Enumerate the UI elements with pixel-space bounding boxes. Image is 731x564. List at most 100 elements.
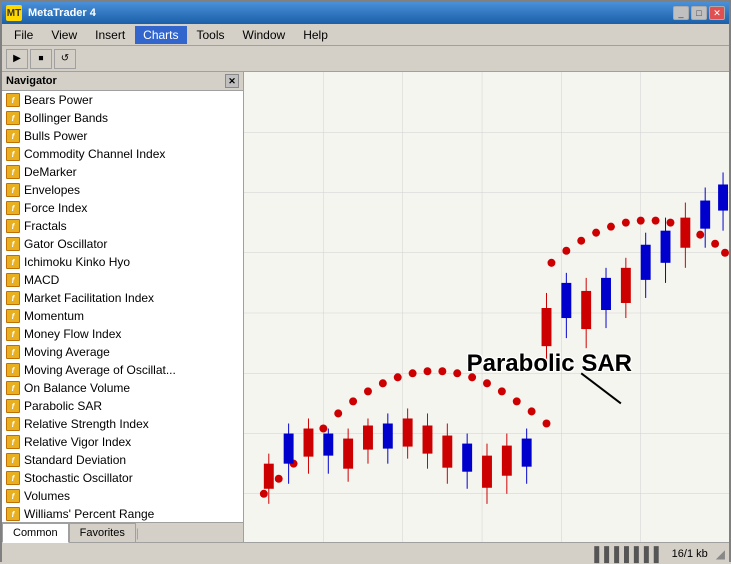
indicator-icon-6: f xyxy=(6,201,20,215)
resize-icon: ◢ xyxy=(716,547,725,561)
indicator-label-4: DeMarker xyxy=(24,165,77,179)
nav-item-15[interactable]: f Moving Average of Oscillat... xyxy=(2,361,243,379)
chart-area: Parabolic SAR xyxy=(244,72,729,542)
navigator-list[interactable]: f Bears Power f Bollinger Bands f Bulls Power… xyxy=(2,91,243,522)
status-info: 16/1 kb xyxy=(672,548,708,560)
indicator-label-20: Standard Deviation xyxy=(24,453,126,467)
indicator-label-5: Envelopes xyxy=(24,183,80,197)
indicator-icon-8: f xyxy=(6,237,20,251)
indicator-icon-12: f xyxy=(6,309,20,323)
toolbar-btn-2[interactable]: ⏹ xyxy=(30,49,52,69)
menu-help[interactable]: Help xyxy=(295,26,336,44)
nav-item-12[interactable]: f Momentum xyxy=(2,307,243,325)
nav-item-1[interactable]: f Bollinger Bands xyxy=(2,109,243,127)
nav-item-6[interactable]: f Force Index xyxy=(2,199,243,217)
toolbar-btn-1[interactable]: ▶ xyxy=(6,49,28,69)
indicator-label-11: Market Facilitation Index xyxy=(24,291,154,305)
nav-item-19[interactable]: fRelative Vigor Index xyxy=(2,433,243,451)
indicator-icon-11: f xyxy=(6,291,20,305)
navigator-close-button[interactable]: ✕ xyxy=(225,74,239,88)
indicator-icon-20: f xyxy=(6,453,20,467)
chart-svg xyxy=(244,72,729,542)
nav-item-7[interactable]: f Fractals xyxy=(2,217,243,235)
chart-icon: ▌▌▌▌▌▌▌ xyxy=(594,546,663,562)
nav-item-13[interactable]: fMoney Flow Index xyxy=(2,325,243,343)
window-controls[interactable]: _ □ ✕ xyxy=(673,6,725,20)
indicator-label-18: Relative Strength Index xyxy=(24,417,149,431)
indicator-label-23: Williams' Percent Range xyxy=(24,507,154,521)
nav-item-17[interactable]: f Parabolic SAR xyxy=(2,397,243,415)
indicator-icon-17: f xyxy=(6,399,20,413)
indicator-label-10: MACD xyxy=(24,273,59,287)
menu-window[interactable]: Window xyxy=(235,26,294,44)
tab-separator: | xyxy=(136,523,139,542)
indicator-label-0: Bears Power xyxy=(24,93,93,107)
indicator-icon-1: f xyxy=(6,111,20,125)
indicator-label-1: Bollinger Bands xyxy=(24,111,108,125)
nav-item-16[interactable]: f On Balance Volume xyxy=(2,379,243,397)
nav-item-18[interactable]: f Relative Strength Index xyxy=(2,415,243,433)
indicator-label-21: Stochastic Oscillator xyxy=(24,471,133,485)
indicator-icon-18: f xyxy=(6,417,20,431)
status-right: ▌▌▌▌▌▌▌ 16/1 kb ◢ xyxy=(594,546,725,562)
indicator-label-15: Moving Average of Oscillat... xyxy=(24,363,176,377)
indicator-label-6: Force Index xyxy=(24,201,87,215)
status-bar: ▌▌▌▌▌▌▌ 16/1 kb ◢ xyxy=(2,542,729,564)
nav-item-14[interactable]: f Moving Average xyxy=(2,343,243,361)
maximize-button[interactable]: □ xyxy=(691,6,707,20)
indicator-label-22: Volumes xyxy=(24,489,70,503)
indicator-label-7: Fractals xyxy=(24,219,67,233)
indicator-label-3: Commodity Channel Index xyxy=(24,147,165,161)
indicator-icon-19: f xyxy=(6,435,20,449)
indicator-icon-10: f xyxy=(6,273,20,287)
nav-item-4[interactable]: fDeMarker xyxy=(2,163,243,181)
toolbar: ▶ ⏹ ↺ xyxy=(2,46,729,72)
indicator-icon-15: f xyxy=(6,363,20,377)
nav-item-22[interactable]: f Volumes xyxy=(2,487,243,505)
menu-view[interactable]: View xyxy=(43,26,85,44)
nav-item-11[interactable]: f Market Facilitation Index xyxy=(2,289,243,307)
indicator-label-14: Moving Average xyxy=(24,345,110,359)
nav-item-20[interactable]: f Standard Deviation xyxy=(2,451,243,469)
indicator-label-2: Bulls Power xyxy=(24,129,87,143)
indicator-icon-0: f xyxy=(6,93,20,107)
navigator-panel: Navigator ✕ f Bears Power f Bollinger Bands… xyxy=(2,72,244,542)
tab-common[interactable]: Common xyxy=(2,523,69,543)
indicator-icon-16: f xyxy=(6,381,20,395)
navigator-header: Navigator ✕ xyxy=(2,72,243,91)
close-button[interactable]: ✕ xyxy=(709,6,725,20)
title-bar: MT MetaTrader 4 _ □ ✕ xyxy=(2,2,729,24)
indicator-label-16: On Balance Volume xyxy=(24,381,130,395)
menu-charts[interactable]: Charts xyxy=(135,26,186,44)
nav-item-2[interactable]: f Bulls Power xyxy=(2,127,243,145)
main-area: Navigator ✕ f Bears Power f Bollinger Bands… xyxy=(2,72,729,542)
sar-label: Parabolic SAR xyxy=(467,350,632,378)
nav-item-21[interactable]: f Stochastic Oscillator xyxy=(2,469,243,487)
indicator-icon-7: f xyxy=(6,219,20,233)
nav-item-3[interactable]: f Commodity Channel Index xyxy=(2,145,243,163)
nav-item-23[interactable]: fWilliams' Percent Range xyxy=(2,505,243,522)
app-icon: MT xyxy=(6,5,22,21)
nav-item-8[interactable]: f Gator Oscillator xyxy=(2,235,243,253)
indicator-icon-3: f xyxy=(6,147,20,161)
indicator-label-17: Parabolic SAR xyxy=(24,399,102,413)
title-bar-left: MT MetaTrader 4 xyxy=(6,5,96,21)
navigator-title: Navigator xyxy=(6,75,57,87)
tab-favorites[interactable]: Favorites xyxy=(69,523,136,542)
menu-file[interactable]: File xyxy=(6,26,41,44)
menu-tools[interactable]: Tools xyxy=(189,26,233,44)
indicator-icon-21: f xyxy=(6,471,20,485)
nav-item-0[interactable]: f Bears Power xyxy=(2,91,243,109)
indicator-icon-2: f xyxy=(6,129,20,143)
nav-item-5[interactable]: fEnvelopes xyxy=(2,181,243,199)
toolbar-btn-3[interactable]: ↺ xyxy=(54,49,76,69)
minimize-button[interactable]: _ xyxy=(673,6,689,20)
menu-insert[interactable]: Insert xyxy=(87,26,133,44)
indicator-label-8: Gator Oscillator xyxy=(24,237,107,251)
navigator-tabs: Common Favorites | xyxy=(2,522,243,542)
indicator-label-12: Momentum xyxy=(24,309,84,323)
nav-item-10[interactable]: f MACD xyxy=(2,271,243,289)
nav-item-9[interactable]: fIchimoku Kinko Hyo xyxy=(2,253,243,271)
indicator-icon-22: f xyxy=(6,489,20,503)
indicator-icon-14: f xyxy=(6,345,20,359)
